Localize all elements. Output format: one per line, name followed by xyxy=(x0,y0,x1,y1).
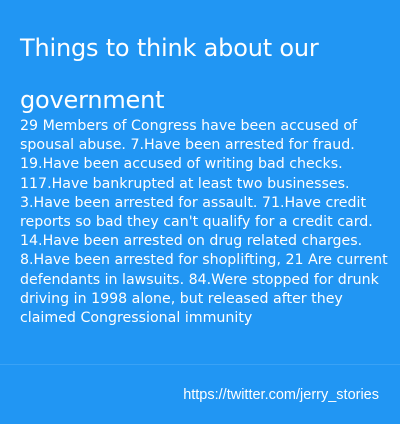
card-body-text: 29 Members of Congress have been accused… xyxy=(20,118,388,327)
quote-card: Things to think about our government 29 … xyxy=(0,0,400,424)
source-link[interactable]: https://twitter.com/jerry_stories xyxy=(183,386,379,404)
card-title: Things to think about our government xyxy=(20,34,319,114)
footer-divider xyxy=(0,364,400,365)
